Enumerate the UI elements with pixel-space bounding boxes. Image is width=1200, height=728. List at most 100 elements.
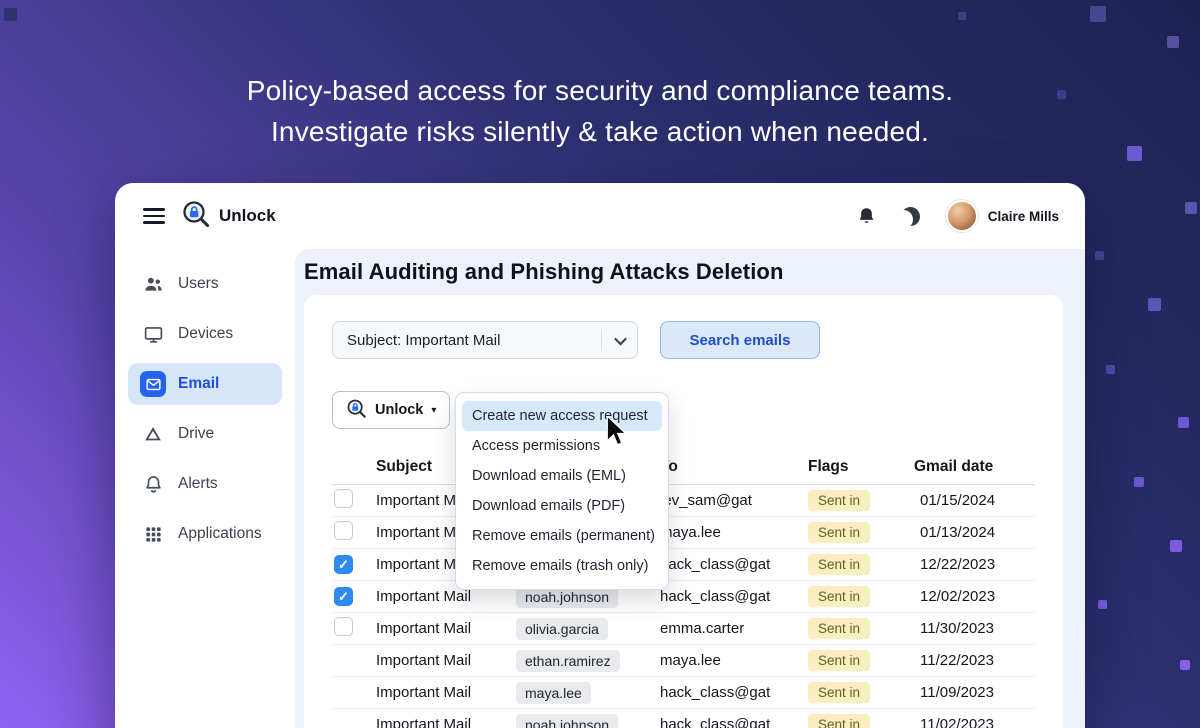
header-checkbox-cell xyxy=(332,462,376,475)
deco-square xyxy=(1134,477,1144,487)
cell-checkbox: ✓ xyxy=(332,555,376,574)
cell-from: ethan.ramirez xyxy=(516,650,660,672)
column-header: Gmail date xyxy=(914,453,1035,484)
cell-checkbox xyxy=(332,489,376,512)
sidebar-item-devices[interactable]: Devices xyxy=(128,313,282,355)
table-row: Important Maillev_sam@gatSent in01/15/20… xyxy=(332,485,1035,517)
deco-square xyxy=(1148,298,1161,311)
cell-subject: Important Mail xyxy=(376,652,516,669)
cell-flags: Sent in xyxy=(808,586,914,607)
row-checkbox[interactable]: ✓ xyxy=(334,555,353,574)
table-row: Important Mailmaya.leehack_class@gatSent… xyxy=(332,677,1035,709)
row-checkbox[interactable] xyxy=(334,521,353,540)
bell-icon[interactable] xyxy=(856,206,877,227)
deco-square xyxy=(1090,6,1106,22)
cell-subject: Important Mail xyxy=(376,588,516,605)
table-row: ✓Important Mailnoah.johnsonhack_class@ga… xyxy=(332,581,1035,613)
cell-to: hack_class@gat xyxy=(660,588,808,605)
menu-item[interactable]: Download emails (EML) xyxy=(462,461,662,491)
dark-mode-icon[interactable] xyxy=(901,207,920,226)
deco-square xyxy=(1098,600,1107,609)
cell-from: maya.lee xyxy=(516,682,660,704)
cell-flags: Sent in xyxy=(808,522,914,543)
sidebar-item-label: Devices xyxy=(178,325,233,343)
row-checkbox[interactable]: ✓ xyxy=(334,587,353,606)
menu-icon[interactable] xyxy=(143,208,165,224)
table-row: Important Mailmaya.leeSent in01/13/2024 xyxy=(332,517,1035,549)
sidebar-item-label: Applications xyxy=(178,525,262,543)
table-header: SubjectFromToFlagsGmail date xyxy=(332,453,1035,485)
cell-flags: Sent in xyxy=(808,490,914,511)
row-checkbox[interactable] xyxy=(334,617,353,636)
brand[interactable]: Unlock xyxy=(181,199,276,234)
column-header: Flags xyxy=(808,453,914,484)
avatar[interactable] xyxy=(946,200,978,232)
hero-headline: Policy-based access for security and com… xyxy=(0,70,1200,152)
cell-to: hack_class@gat xyxy=(660,556,808,573)
cell-from: noah.johnson xyxy=(516,714,660,728)
cell-date: 01/13/2024 xyxy=(914,524,1035,541)
unlock-actions-label: Unlock xyxy=(375,402,423,418)
cell-to: emma.carter xyxy=(660,620,808,637)
table-row: Important Mailethan.ramirezmaya.leeSent … xyxy=(332,645,1035,677)
flag-badge: Sent in xyxy=(808,618,870,639)
cell-subject: Important Mail xyxy=(376,684,516,701)
menu-item[interactable]: Download emails (PDF) xyxy=(462,491,662,521)
flag-badge: Sent in xyxy=(808,714,870,728)
sidebar-item-applications[interactable]: Applications xyxy=(128,513,282,555)
users-icon xyxy=(140,271,166,297)
sidebar-nav: Users Devices Email Drive Alerts Applications xyxy=(115,249,295,577)
flag-badge: Sent in xyxy=(808,490,870,511)
actions-menu: Create new access requestAccess permissi… xyxy=(455,392,669,590)
deco-square xyxy=(1106,365,1115,374)
row-checkbox[interactable] xyxy=(334,489,353,508)
cell-subject: Important Mail xyxy=(376,620,516,637)
sidebar-item-label: Email xyxy=(178,375,219,393)
flag-badge: Sent in xyxy=(808,522,870,543)
unlock-logo-small xyxy=(346,398,367,422)
deco-square xyxy=(1180,660,1190,670)
cell-date: 11/02/2023 xyxy=(914,716,1035,728)
flag-badge: Sent in xyxy=(808,554,870,575)
main-content: Email Auditing and Phishing Attacks Dele… xyxy=(295,249,1085,728)
menu-item[interactable]: Remove emails (permanent) xyxy=(462,521,662,551)
mouse-cursor-icon xyxy=(605,416,633,453)
cell-checkbox xyxy=(332,617,376,640)
sidebar-item-email[interactable]: Email xyxy=(128,363,282,405)
deco-square xyxy=(4,8,17,21)
from-chip: ethan.ramirez xyxy=(516,650,620,672)
sidebar-item-label: Alerts xyxy=(178,475,218,493)
filter-row: Subject: Important Mail Search emails xyxy=(332,321,1035,359)
cell-date: 01/15/2024 xyxy=(914,492,1035,509)
applications-icon xyxy=(140,521,166,547)
hero-line-2: Investigate risks silently & take action… xyxy=(0,111,1200,152)
deco-square xyxy=(1167,36,1179,48)
app-window: Unlock Claire Mills UsersDevicesEmailDri… xyxy=(115,183,1085,728)
sidebar-item-label: Users xyxy=(178,275,218,293)
cell-flags: Sent in xyxy=(808,682,914,703)
page-title: Email Auditing and Phishing Attacks Dele… xyxy=(304,257,1063,287)
cell-flags: Sent in xyxy=(808,618,914,639)
from-chip: maya.lee xyxy=(516,682,591,704)
cell-flags: Sent in xyxy=(808,554,914,575)
sidebar-item-alerts[interactable]: Alerts xyxy=(128,463,282,505)
unlock-actions-button[interactable]: Unlock ▾ xyxy=(332,391,450,429)
table-body: Important Maillev_sam@gatSent in01/15/20… xyxy=(332,485,1035,728)
flag-badge: Sent in xyxy=(808,682,870,703)
cell-checkbox: ✓ xyxy=(332,587,376,606)
cell-to: lev_sam@gat xyxy=(660,492,808,509)
cell-date: 11/09/2023 xyxy=(914,684,1035,701)
cell-to: hack_class@gat xyxy=(660,716,808,728)
search-emails-button[interactable]: Search emails xyxy=(660,321,820,359)
cell-from: olivia.garcia xyxy=(516,618,660,640)
sidebar-item-drive[interactable]: Drive xyxy=(128,413,282,455)
email-icon xyxy=(140,371,166,397)
sidebar-item-users[interactable]: Users xyxy=(128,263,282,305)
table-row: ✓Important Mailhack_class@gatSent in12/2… xyxy=(332,549,1035,581)
table-row: Important Mailolivia.garciaemma.carterSe… xyxy=(332,613,1035,645)
menu-item[interactable]: Remove emails (trash only) xyxy=(462,551,662,581)
table-row: Important Mailnoah.johnsonhack_class@gat… xyxy=(332,709,1035,728)
deco-square xyxy=(958,12,966,20)
subject-filter-select[interactable]: Subject: Important Mail xyxy=(332,321,638,359)
unlock-logo xyxy=(181,199,211,234)
